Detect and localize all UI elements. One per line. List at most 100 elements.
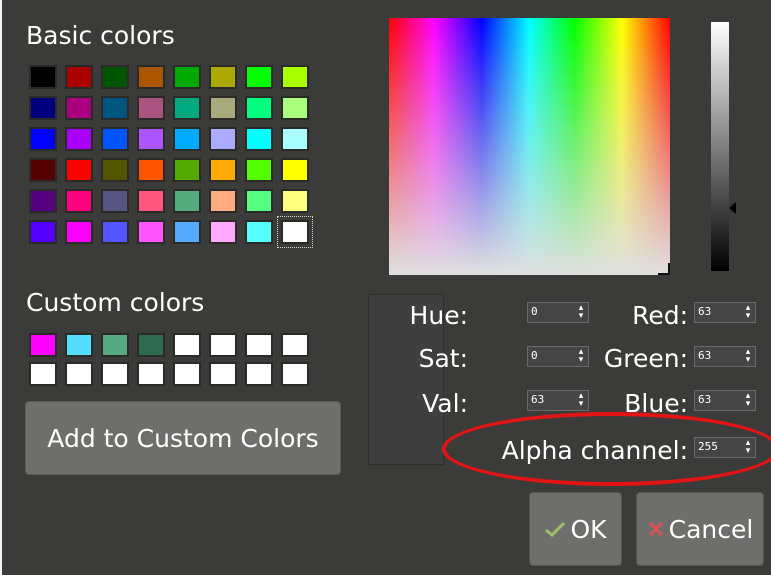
ok-button[interactable]: OK xyxy=(529,492,622,566)
basic-color-swatch[interactable] xyxy=(209,96,237,120)
ok-label: OK xyxy=(570,514,607,544)
custom-color-swatch[interactable] xyxy=(101,333,129,357)
red-value: 63 xyxy=(698,305,712,318)
green-spinbox[interactable]: 63 ▴ ▾ xyxy=(694,346,756,367)
basic-color-swatch[interactable] xyxy=(65,96,93,120)
basic-color-swatch[interactable] xyxy=(101,96,129,120)
hue-saturation-picker[interactable] xyxy=(389,18,670,275)
basic-color-swatch[interactable] xyxy=(101,189,129,213)
custom-color-swatch[interactable] xyxy=(209,333,237,357)
spin-arrows-icon[interactable]: ▴ ▾ xyxy=(743,348,753,365)
sat-spinbox[interactable]: 0 ▴ ▾ xyxy=(527,346,589,367)
basic-color-swatch[interactable] xyxy=(29,158,57,182)
basic-color-swatch[interactable] xyxy=(101,65,129,89)
basic-color-swatch[interactable] xyxy=(245,96,273,120)
val-value: 63 xyxy=(531,393,545,406)
basic-color-swatch[interactable] xyxy=(209,158,237,182)
basic-color-swatch[interactable] xyxy=(29,189,57,213)
basic-color-swatch[interactable] xyxy=(281,189,309,213)
basic-color-swatch[interactable] xyxy=(65,158,93,182)
spin-arrows-icon[interactable]: ▴ ▾ xyxy=(576,304,586,321)
basic-colors-heading: Basic colors xyxy=(26,21,175,50)
basic-color-swatch[interactable] xyxy=(137,158,165,182)
basic-color-swatch[interactable] xyxy=(137,65,165,89)
value-slider[interactable] xyxy=(711,22,729,271)
custom-color-swatch[interactable] xyxy=(65,333,93,357)
value-slider-arrow-icon[interactable] xyxy=(729,202,736,214)
basic-color-swatch[interactable] xyxy=(29,65,57,89)
val-label: Val: xyxy=(422,389,468,418)
basic-color-swatch[interactable] xyxy=(65,189,93,213)
green-label: Green: xyxy=(603,344,688,373)
custom-color-swatch[interactable] xyxy=(245,333,273,357)
basic-color-swatch[interactable] xyxy=(245,158,273,182)
alpha-channel-spinbox[interactable]: 255 ▴ ▾ xyxy=(694,437,756,458)
custom-color-swatch[interactable] xyxy=(29,333,57,357)
basic-color-swatch[interactable] xyxy=(101,220,129,244)
basic-color-swatch[interactable] xyxy=(29,96,57,120)
spin-arrows-icon[interactable]: ▴ ▾ xyxy=(743,392,753,409)
cancel-x-icon xyxy=(648,521,663,537)
basic-color-swatch[interactable] xyxy=(209,65,237,89)
custom-color-swatch[interactable] xyxy=(281,362,309,386)
custom-color-swatch[interactable] xyxy=(65,362,93,386)
custom-color-swatch[interactable] xyxy=(209,362,237,386)
basic-color-swatch[interactable] xyxy=(277,216,313,248)
basic-color-swatch[interactable] xyxy=(29,127,57,151)
basic-color-swatch[interactable] xyxy=(101,158,129,182)
spin-arrows-icon[interactable]: ▴ ▾ xyxy=(743,304,753,321)
basic-color-swatch[interactable] xyxy=(29,220,57,244)
sat-value: 0 xyxy=(531,349,538,362)
basic-color-swatch[interactable] xyxy=(173,127,201,151)
basic-color-swatch[interactable] xyxy=(245,127,273,151)
basic-color-swatch[interactable] xyxy=(281,127,309,151)
basic-color-swatch[interactable] xyxy=(137,127,165,151)
basic-color-swatch[interactable] xyxy=(65,220,93,244)
red-label: Red: xyxy=(632,301,688,330)
left-edge xyxy=(0,0,2,575)
basic-color-swatch[interactable] xyxy=(173,158,201,182)
basic-color-swatch[interactable] xyxy=(65,65,93,89)
add-to-custom-colors-button[interactable]: Add to Custom Colors xyxy=(25,401,341,475)
blue-spinbox[interactable]: 63 ▴ ▾ xyxy=(694,390,756,411)
basic-color-swatch[interactable] xyxy=(137,96,165,120)
picker-crosshair-icon xyxy=(658,263,670,275)
basic-color-swatch[interactable] xyxy=(173,65,201,89)
custom-color-swatch[interactable] xyxy=(101,362,129,386)
basic-color-swatch[interactable] xyxy=(245,220,273,244)
basic-color-swatch[interactable] xyxy=(101,127,129,151)
alpha-channel-value: 255 xyxy=(698,440,718,453)
blue-value: 63 xyxy=(698,393,712,406)
custom-color-swatch[interactable] xyxy=(137,362,165,386)
custom-color-swatch[interactable] xyxy=(173,333,201,357)
custom-color-swatch[interactable] xyxy=(29,362,57,386)
basic-color-swatch[interactable] xyxy=(209,127,237,151)
spin-arrows-icon[interactable]: ▴ ▾ xyxy=(576,348,586,365)
basic-color-swatch[interactable] xyxy=(137,189,165,213)
sat-label: Sat: xyxy=(418,344,468,373)
custom-color-swatch[interactable] xyxy=(173,362,201,386)
basic-color-swatch[interactable] xyxy=(245,65,273,89)
val-spinbox[interactable]: 63 ▴ ▾ xyxy=(527,390,589,411)
basic-color-swatch[interactable] xyxy=(137,220,165,244)
cancel-button[interactable]: Cancel xyxy=(636,492,764,566)
basic-color-swatch[interactable] xyxy=(173,189,201,213)
spin-arrows-icon[interactable]: ▴ ▾ xyxy=(576,392,586,409)
basic-color-swatch[interactable] xyxy=(281,96,309,120)
basic-color-swatch[interactable] xyxy=(173,220,201,244)
basic-color-swatch[interactable] xyxy=(245,189,273,213)
basic-color-swatch[interactable] xyxy=(65,127,93,151)
custom-color-swatch[interactable] xyxy=(137,333,165,357)
basic-color-swatch[interactable] xyxy=(209,220,237,244)
custom-color-swatch[interactable] xyxy=(245,362,273,386)
hue-spinbox[interactable]: 0 ▴ ▾ xyxy=(527,302,589,323)
spin-arrows-icon[interactable]: ▴ ▾ xyxy=(743,439,753,456)
basic-color-swatch[interactable] xyxy=(173,96,201,120)
custom-color-swatch[interactable] xyxy=(281,333,309,357)
red-spinbox[interactable]: 63 ▴ ▾ xyxy=(694,302,756,323)
basic-color-swatch[interactable] xyxy=(281,65,309,89)
hue-value: 0 xyxy=(531,305,538,318)
cancel-label: Cancel xyxy=(668,514,754,544)
basic-color-swatch[interactable] xyxy=(209,189,237,213)
basic-color-swatch[interactable] xyxy=(281,158,309,182)
